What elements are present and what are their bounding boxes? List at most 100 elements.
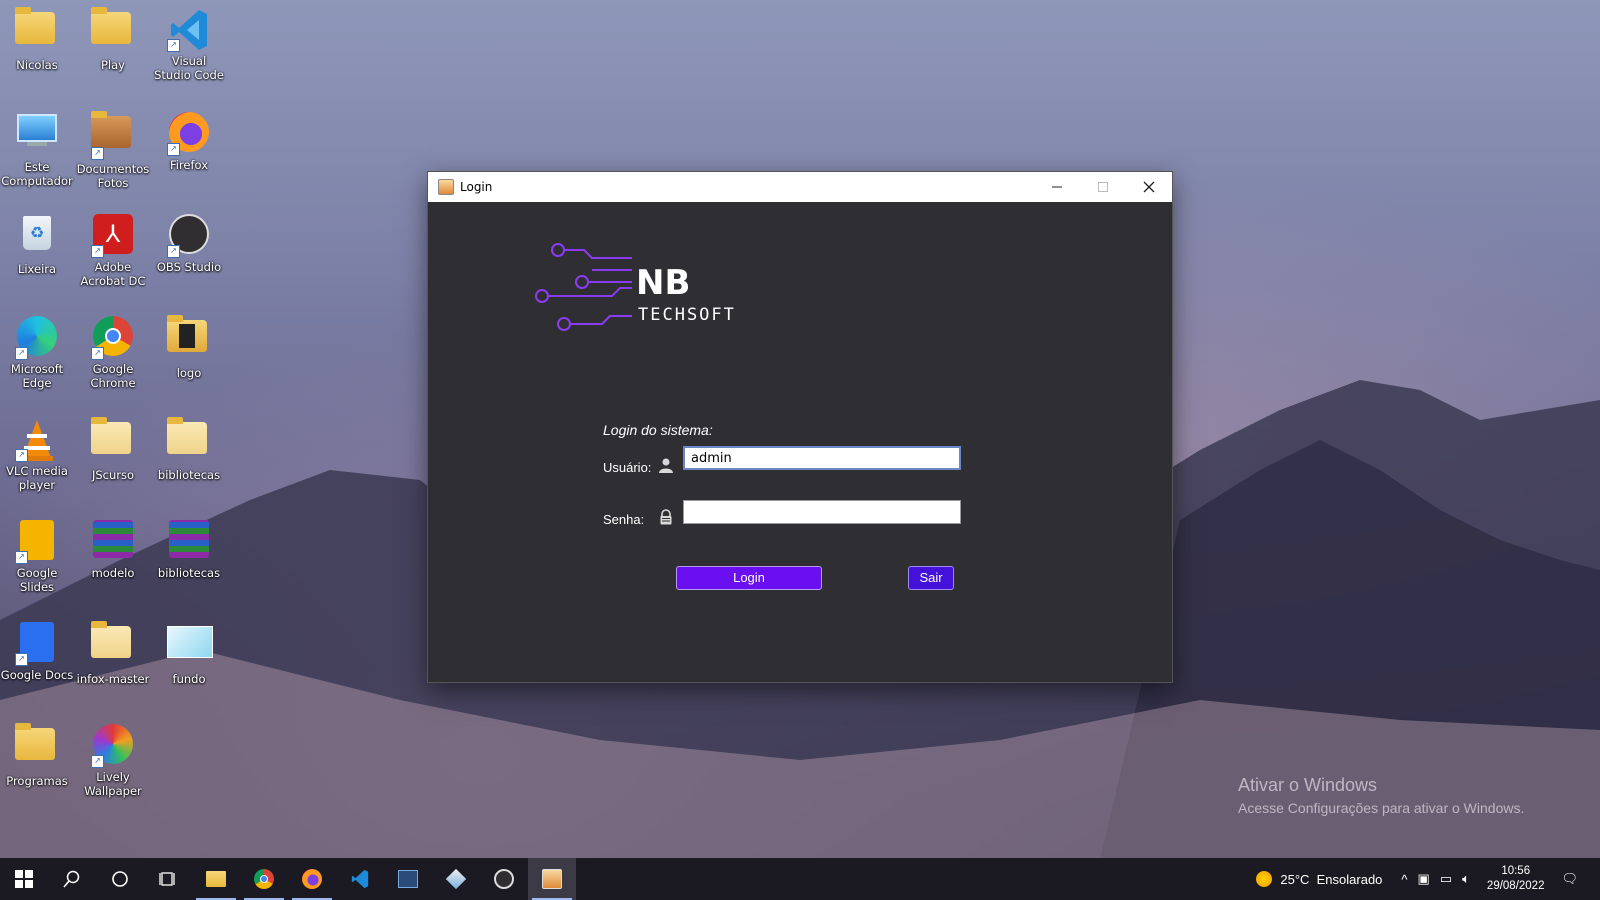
desktop-icon-lixeira[interactable]: ♻ Lixeira bbox=[0, 210, 74, 276]
notifications-icon[interactable]: 🗨︎ bbox=[1561, 871, 1578, 887]
desktop-icon-infox-master[interactable]: infox-master bbox=[76, 618, 150, 686]
windows-activation-watermark: Ativar o Windows Acesse Configurações pa… bbox=[1238, 775, 1524, 816]
close-button[interactable] bbox=[1126, 172, 1172, 202]
maximize-icon bbox=[1098, 182, 1108, 192]
taskbar-firefox[interactable] bbox=[288, 858, 336, 900]
java-app-icon bbox=[438, 179, 454, 195]
programs-folder-icon bbox=[15, 723, 59, 772]
taskbar-java-login-app[interactable] bbox=[528, 858, 576, 900]
desktop-icon-fundo[interactable]: fundo bbox=[152, 618, 226, 686]
obs-icon bbox=[494, 869, 514, 889]
file-explorer-icon bbox=[206, 871, 226, 887]
windows-logo-icon bbox=[15, 870, 33, 888]
computer-icon bbox=[15, 114, 59, 158]
vscode-icon: ↗ bbox=[167, 8, 211, 52]
taskbar-eclipse-ide[interactable] bbox=[384, 858, 432, 900]
desktop-icon-lively-wallpaper[interactable]: ↗ Lively Wallpaper bbox=[76, 720, 150, 798]
activation-title: Ativar o Windows bbox=[1238, 775, 1378, 795]
task-view-button[interactable] bbox=[144, 858, 192, 900]
vlc-cone-icon: ↗ bbox=[15, 418, 59, 462]
desktop-icon-edge[interactable]: ↗ Microsoft Edge bbox=[0, 312, 74, 390]
clock-date: 29/08/2022 bbox=[1486, 880, 1545, 892]
lively-wallpaper-icon: ↗ bbox=[91, 724, 135, 768]
search-button[interactable] bbox=[48, 858, 96, 900]
chrome-icon: ↗ bbox=[91, 316, 135, 360]
maximize-button[interactable] bbox=[1080, 172, 1126, 202]
task-view-icon bbox=[159, 872, 175, 886]
firefox-icon bbox=[302, 869, 322, 889]
desktop-icon-jscurso[interactable]: JScurso bbox=[76, 414, 150, 482]
desktop-icon-programas[interactable]: Programas bbox=[0, 720, 74, 788]
google-slides-icon: ↗ bbox=[15, 520, 59, 564]
netbeans-cube-icon bbox=[445, 868, 467, 890]
java-app-icon bbox=[542, 869, 562, 889]
desktop-icon-nicolas[interactable]: Nicolas bbox=[0, 4, 74, 72]
folder-icon bbox=[91, 621, 135, 670]
sun-weather-icon[interactable] bbox=[1256, 871, 1273, 887]
clock[interactable]: 10:56 29/08/2022 bbox=[1487, 864, 1545, 894]
desktop-icon-logo[interactable]: logo bbox=[152, 312, 226, 380]
close-icon bbox=[1143, 181, 1155, 193]
desktop-icon-vlc[interactable]: ↗ VLC media player bbox=[0, 414, 74, 492]
obs-icon: ↗ bbox=[167, 214, 211, 258]
desktop-icon-google-slides[interactable]: ↗ Google Slides bbox=[0, 516, 74, 594]
desktop-icon-documentos-fotos[interactable]: ↗ Documentos Fotos bbox=[76, 108, 150, 190]
desktop-icon-adobe-acrobat[interactable]: ⅄ ↗ Adobe Acrobat DC bbox=[76, 210, 150, 288]
vscode-icon bbox=[351, 869, 369, 889]
minimize-button[interactable] bbox=[1034, 172, 1080, 202]
clock-time: 10:56 bbox=[1501, 865, 1531, 877]
meet-now-icon[interactable]: ▣ bbox=[1418, 871, 1430, 887]
desktop-icon-este-computador[interactable]: Este Computador bbox=[0, 108, 74, 188]
taskbar-chrome[interactable] bbox=[240, 858, 288, 900]
weather-text[interactable]: 25°C Ensolarado bbox=[1280, 872, 1382, 887]
search-icon bbox=[63, 870, 80, 888]
taskbar-netbeans[interactable] bbox=[432, 858, 480, 900]
winrar-archive-icon bbox=[91, 520, 135, 564]
desktop-icon-bibliotecas-folder[interactable]: bibliotecas bbox=[152, 414, 226, 482]
logo-folder-icon bbox=[167, 315, 211, 364]
taskbar-vscode[interactable] bbox=[336, 858, 384, 900]
cortana-button[interactable] bbox=[96, 858, 144, 900]
minimize-icon bbox=[1052, 186, 1062, 188]
username-field[interactable]: admin bbox=[683, 446, 961, 470]
ide-icon bbox=[398, 870, 418, 888]
password-label: Senha: bbox=[603, 512, 645, 527]
start-button[interactable] bbox=[0, 858, 48, 900]
logo-text-techsoft: TECHSOFT bbox=[638, 305, 736, 325]
login-button[interactable]: Login bbox=[676, 566, 822, 590]
folder-icon bbox=[167, 417, 211, 466]
folder-icon bbox=[91, 417, 135, 466]
desktop-icon-google-docs[interactable]: ↗ Google Docs bbox=[0, 618, 74, 682]
play-folder-icon bbox=[91, 7, 135, 56]
taskbar-file-explorer[interactable] bbox=[192, 858, 240, 900]
volume-icon[interactable]: 🔈︎ bbox=[1462, 871, 1470, 887]
documents-photos-icon: ↗ bbox=[91, 111, 135, 160]
chevron-up-icon[interactable]: ^ bbox=[1401, 872, 1407, 887]
desktop-icon-vscode[interactable]: ↗ Visual Studio Code bbox=[152, 4, 226, 82]
window-titlebar[interactable]: Login bbox=[428, 172, 1172, 202]
lock-icon bbox=[660, 509, 672, 525]
window-title: Login bbox=[460, 180, 493, 194]
exit-button[interactable]: Sair bbox=[908, 566, 954, 590]
chrome-icon bbox=[254, 869, 274, 889]
adobe-acrobat-icon: ⅄ ↗ bbox=[91, 214, 135, 258]
taskbar-obs[interactable] bbox=[480, 858, 528, 900]
desktop-icon-modelo[interactable]: modelo bbox=[76, 516, 150, 580]
desktop-icon-play[interactable]: Play bbox=[76, 4, 150, 72]
user-icon bbox=[659, 458, 673, 473]
google-docs-icon: ↗ bbox=[15, 622, 59, 666]
desktop-icon-obs-studio[interactable]: ↗ OBS Studio bbox=[152, 210, 226, 274]
password-field[interactable] bbox=[683, 500, 961, 524]
desktop-icon-firefox[interactable]: ↗ Firefox bbox=[152, 108, 226, 172]
recycle-bin-icon: ♻ bbox=[15, 216, 59, 260]
taskbar: 25°C Ensolarado ^ ▣ ▭ 🔈︎ 10:56 29/08/202… bbox=[0, 858, 1600, 900]
winrar-archive-icon bbox=[167, 520, 211, 564]
network-icon[interactable]: ▭ bbox=[1440, 871, 1452, 887]
desktop-icon-bibliotecas-archive[interactable]: bibliotecas bbox=[152, 516, 226, 580]
login-heading: Login do sistema: bbox=[603, 422, 713, 438]
cortana-circle-icon bbox=[112, 871, 128, 887]
nb-techsoft-logo: NB TECHSOFT bbox=[535, 243, 736, 331]
desktop-icon-google-chrome[interactable]: ↗ Google Chrome bbox=[76, 312, 150, 390]
login-window: Login NB TECHSOFT Login do sistema: Usuá… bbox=[428, 172, 1172, 682]
logo-text-nb: NB bbox=[636, 263, 690, 303]
